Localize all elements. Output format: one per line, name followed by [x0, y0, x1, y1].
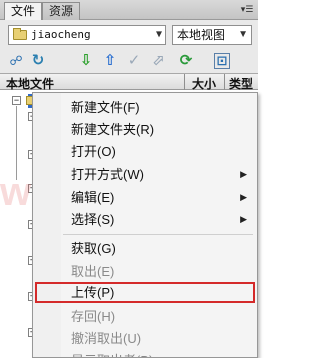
- collapse-icon[interactable]: −: [12, 96, 21, 105]
- menu-item-edit[interactable]: 编辑(E) ▶: [33, 187, 257, 208]
- menu-item-select[interactable]: 选择(S) ▶: [33, 209, 257, 230]
- synchronize-icon[interactable]: ⟳: [176, 51, 196, 71]
- menu-separator: [63, 234, 253, 235]
- site-row: jiaocheng ▼ 本地视图 ▼: [0, 20, 258, 48]
- menu-item-new-folder[interactable]: 新建文件夹(R): [33, 119, 257, 140]
- submenu-arrow-icon: ▶: [240, 192, 247, 202]
- menu-item-open-with[interactable]: 打开方式(W) ▶: [33, 164, 257, 185]
- expand-panel-icon[interactable]: ⊡: [214, 53, 230, 69]
- view-dropdown-value: 本地视图: [177, 28, 226, 42]
- view-dropdown[interactable]: 本地视图 ▼: [172, 25, 252, 45]
- menu-item-undo-check-out: 撤消取出(U): [71, 331, 142, 346]
- menu-item-label: 编辑(E): [71, 190, 115, 205]
- folder-icon: [13, 28, 27, 40]
- get-arrow-down-icon[interactable]: ⇩: [76, 51, 96, 71]
- tab-files[interactable]: 文件: [4, 2, 43, 20]
- check-out-icon[interactable]: ✓: [124, 51, 144, 71]
- menu-item-check-out: 取出(E): [71, 264, 115, 279]
- chevron-down-icon: ▼: [155, 29, 162, 40]
- menu-item-label: 选择(S): [71, 212, 115, 227]
- menu-item-open[interactable]: 打开(O): [33, 141, 257, 162]
- connect-icon[interactable]: ☍: [6, 51, 26, 71]
- submenu-arrow-icon: ▶: [240, 214, 247, 224]
- file-list-header: 本地文件 大小 类型: [0, 74, 258, 91]
- check-in-icon[interactable]: ⬀: [148, 51, 168, 71]
- menu-item-label: 打开方式(W): [71, 167, 144, 182]
- panel-options-icon[interactable]: ▾☰: [239, 3, 255, 16]
- menu-item-new-file[interactable]: 新建文件(F): [33, 97, 257, 118]
- site-dropdown[interactable]: jiaocheng ▼: [8, 25, 166, 45]
- menu-item-get[interactable]: 获取(G): [33, 238, 257, 259]
- menu-item-put[interactable]: 上传(P): [35, 282, 255, 303]
- site-dropdown-value: jiaocheng: [31, 28, 91, 41]
- file-toolbar: ☍ ↻ ⇩ ⇧ ✓ ⬀ ⟳ ⊡: [0, 48, 258, 74]
- tab-assets[interactable]: 资源: [42, 2, 81, 20]
- menu-item-check-in: 存回(H): [71, 309, 116, 324]
- menu-item-show-checked-out-by: 显示取出者(B): [33, 350, 257, 357]
- put-arrow-up-icon[interactable]: ⇧: [100, 51, 120, 71]
- panel-tab-bar: 文件 资源 ▾☰: [0, 0, 258, 20]
- chevron-down-icon: ▼: [238, 29, 248, 40]
- submenu-arrow-icon: ▶: [240, 169, 247, 179]
- context-menu: 新建文件(F) 新建文件夹(R) 打开(O) 打开方式(W) ▶ 编辑(E) ▶…: [32, 92, 258, 358]
- refresh-icon[interactable]: ↻: [28, 51, 48, 71]
